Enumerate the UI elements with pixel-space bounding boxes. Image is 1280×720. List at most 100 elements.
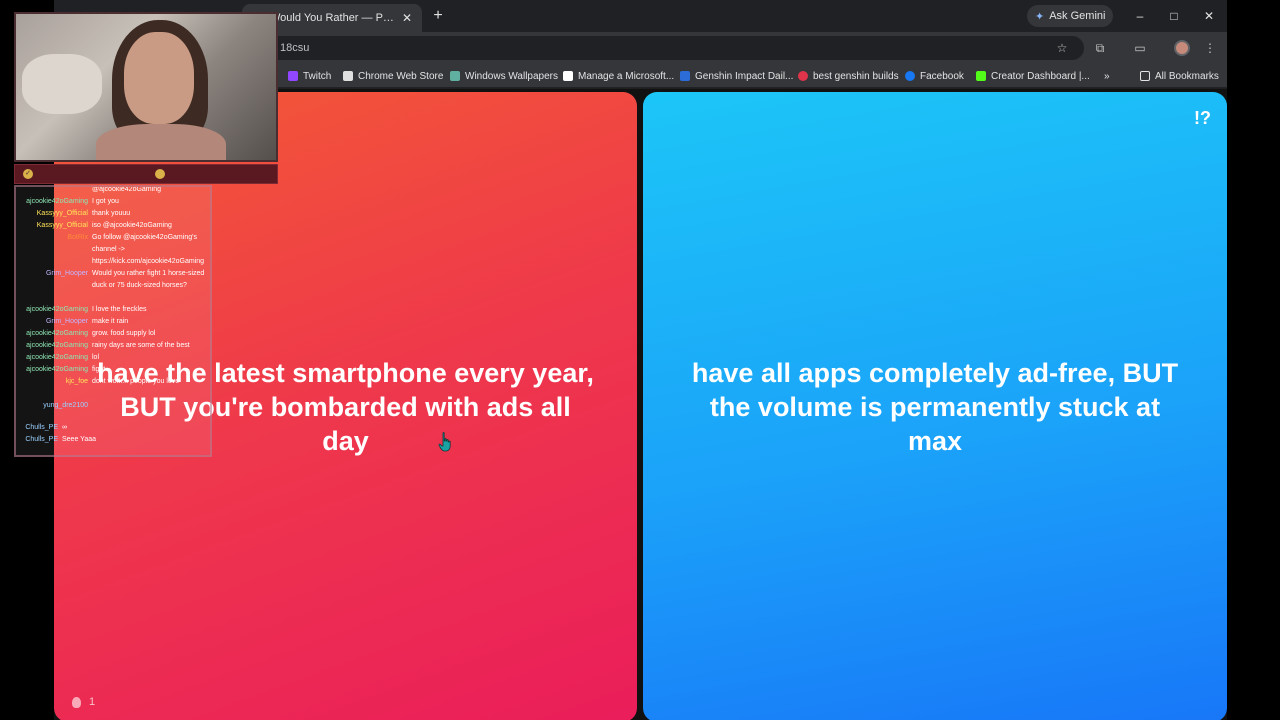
coin-icon: [155, 169, 165, 179]
chat-text: iso @ajcookie42oGaming: [92, 222, 172, 229]
chat-message: Chulls_PE ∞: [16, 422, 210, 434]
address-bar[interactable]: 18csu: [194, 36, 1084, 60]
bookmark-label: Windows Wallpapers: [465, 70, 558, 82]
bookmark-chrome-web-store[interactable]: Chrome Web Store: [343, 68, 443, 84]
chat-username: kjc_foe: [65, 378, 88, 385]
chat-text: fight...: [92, 366, 112, 373]
all-bookmarks-button[interactable]: All Bookmarks: [1140, 68, 1219, 84]
chat-username: ajcookie42oGaming: [26, 306, 88, 313]
chat-message: kjc_foe dont work... people you love: [16, 376, 210, 388]
cam-person-torso: [96, 124, 226, 160]
extensions-icon[interactable]: ⧉: [1092, 40, 1108, 56]
chat-username: Grim_Hooper: [45, 270, 88, 277]
new-tab-button[interactable]: +: [428, 6, 448, 26]
bookmark-label: best genshin builds: [813, 70, 899, 82]
microsoft-icon: [563, 71, 573, 81]
chat-message: ajcookie42oGaming fight...: [16, 364, 210, 376]
stream-chat-overlay: @ajcookie42oGaming ajcookie42oGaming I go…: [14, 185, 212, 457]
fire-icon: [72, 696, 81, 708]
chat-message: Grim_Hooper Would you rather fight 1 hors…: [16, 268, 210, 292]
chat-text: I love the freckles: [92, 306, 147, 313]
ask-gemini-label: Ask Gemini: [1049, 10, 1106, 22]
interrobang-badge[interactable]: !?: [1194, 108, 1211, 129]
option-b-text: have all apps completely ad-free, BUT th…: [691, 358, 1179, 456]
bookmark-star-icon[interactable]: ☆: [1054, 40, 1070, 56]
bookmark-twitch[interactable]: Twitch: [288, 68, 331, 84]
chat-username: BotRix: [67, 234, 88, 241]
chat-message: Kassyyy_Official thank youuu: [16, 208, 210, 220]
kick-icon: [976, 71, 986, 81]
tab-title: Would You Rather — Play the G: [270, 12, 396, 24]
screen: Would You Rather — Play the G ✕ + ✦ Ask …: [0, 0, 1280, 720]
menu-kebab-icon[interactable]: ⋮: [1202, 40, 1218, 56]
chat-message: ajcookie42oGaming grow. food supply lol: [16, 328, 210, 340]
chat-username: ajcookie42oGaming: [26, 342, 88, 349]
chat-message: @ajcookie42oGaming: [16, 186, 210, 196]
minimize-button[interactable]: –: [1130, 6, 1150, 26]
chat-text: Seee Yaaa: [62, 436, 96, 443]
chat-message: ajcookie42oGaming rainy days are some of …: [16, 340, 210, 352]
facebook-icon: [905, 71, 915, 81]
likes-counter: 1: [72, 696, 95, 708]
chat-username: ajcookie42oGaming: [26, 354, 88, 361]
bookmark-genshin-daily[interactable]: Genshin Impact Dail...: [680, 68, 793, 84]
bookmarks-overflow-button[interactable]: »: [1104, 68, 1110, 84]
bookmark-label: Facebook: [920, 70, 964, 82]
chat-text: Would you rather fight 1 horse-sized duc…: [92, 270, 205, 289]
webcam-bar: ✓: [14, 164, 278, 184]
chat-text: Go follow @ajcookie42oGaming's channel -…: [92, 234, 205, 265]
chat-text: grow. food supply lol: [92, 330, 156, 337]
chat-message: Chulls_PE Seee Yaaa: [16, 434, 210, 446]
option-b-card[interactable]: have all apps completely ad-free, BUT th…: [643, 92, 1227, 720]
chat-text: @ajcookie42oGaming: [92, 186, 161, 193]
all-bookmarks-label: All Bookmarks: [1155, 70, 1219, 82]
chat-username: ajcookie42oGaming: [26, 330, 88, 337]
chat-username: Kassyyy_Official: [36, 222, 88, 229]
ask-gemini-button[interactable]: ✦ Ask Gemini: [1027, 5, 1114, 27]
chat-message: yung_dre2100: [16, 400, 210, 412]
chat-message: ajcookie42oGaming lol: [16, 352, 210, 364]
bookmark-label: Genshin Impact Dail...: [695, 70, 794, 82]
bookmark-creator-dashboard[interactable]: Creator Dashboard |...: [976, 68, 1090, 84]
chat-username: Grim_Hooper: [45, 318, 88, 325]
chat-username: Chulls_PE: [25, 436, 58, 443]
chat-text: lol: [92, 354, 100, 361]
bookmark-genshin-builds[interactable]: best genshin builds: [798, 68, 899, 84]
genshin-builds-icon: [798, 71, 808, 81]
cast-icon[interactable]: ▭: [1132, 40, 1148, 56]
cam-person-face: [124, 32, 194, 124]
hand-cursor-icon: [438, 432, 451, 452]
check-icon: ✓: [23, 169, 33, 179]
cam-background-pillow: [22, 54, 102, 114]
close-tab-icon[interactable]: ✕: [402, 11, 412, 25]
folder-icon: [1140, 71, 1150, 81]
maximize-button[interactable]: □: [1164, 6, 1184, 26]
chat-username: Chulls_PE: [25, 424, 58, 431]
chevron-double-right-icon: »: [1104, 70, 1110, 82]
chat-message: Grim_Hooper make it rain: [16, 316, 210, 328]
bookmark-label: Manage a Microsoft...: [578, 70, 675, 82]
chat-message: ajcookie42oGaming I got you: [16, 196, 210, 208]
chat-username: yung_dre2100: [43, 402, 88, 409]
wallpaper-icon: [450, 71, 460, 81]
chat-username: ajcookie42oGaming: [26, 366, 88, 373]
chat-message: ajcookie42oGaming I love the freckles: [16, 304, 210, 316]
chat-text: thank youuu: [92, 210, 131, 217]
chat-message: BotRix Go follow @ajcookie42oGaming's cha…: [16, 232, 210, 268]
bookmark-label: Twitch: [303, 70, 332, 82]
bookmark-label: Chrome Web Store: [358, 70, 444, 82]
chat-text: rainy days are some of the best: [92, 342, 190, 349]
chat-message: Kassyyy_Official iso @ajcookie42oGaming: [16, 220, 210, 232]
chat-text: ∞: [62, 424, 67, 431]
bookmark-microsoft[interactable]: Manage a Microsoft...: [563, 68, 674, 84]
webcam-overlay: [14, 12, 278, 162]
bookmark-facebook[interactable]: Facebook: [905, 68, 964, 84]
bookmark-label: Creator Dashboard |...: [991, 70, 1090, 82]
close-window-button[interactable]: ✕: [1199, 6, 1219, 26]
profile-avatar[interactable]: [1174, 40, 1190, 56]
twitch-icon: [288, 71, 298, 81]
chrome-store-icon: [343, 71, 353, 81]
genshin-icon: [680, 71, 690, 81]
bookmark-windows-wallpapers[interactable]: Windows Wallpapers: [450, 68, 558, 84]
chat-username: Kassyyy_Official: [36, 210, 88, 217]
